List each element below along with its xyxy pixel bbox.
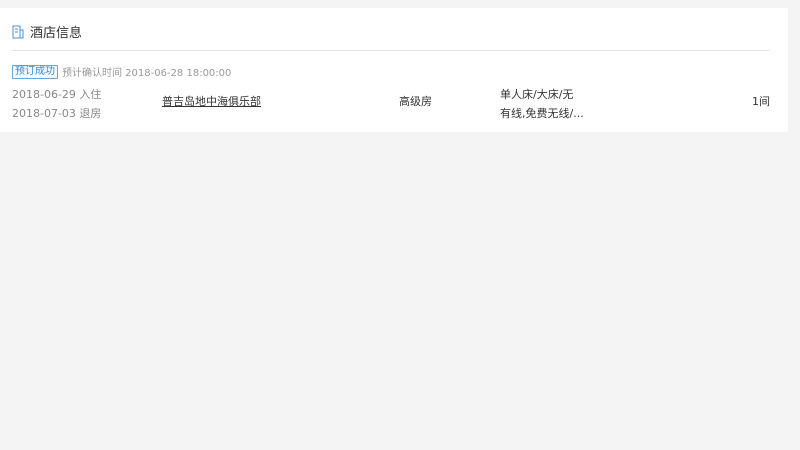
hotel-icon — [12, 24, 24, 39]
status-row: 预订成功 预计确认时间 2018-06-28 18:00:00 — [12, 64, 231, 79]
booking-row: 2018-06-29 入住 2018-07-03 退房 普吉岛地中海俱乐部 高级… — [12, 85, 770, 129]
room-detail-line2: 有线,免费无线/... — [500, 107, 584, 120]
status-badge: 预订成功 — [12, 64, 58, 79]
room-details: 单人床/大床/无 有线,免费无线/... — [500, 85, 584, 123]
hotel-name-link[interactable]: 普吉岛地中海俱乐部 — [162, 93, 261, 109]
room-type: 高级房 — [399, 95, 432, 108]
section-header: 酒店信息 — [12, 20, 82, 42]
divider — [12, 50, 770, 51]
section-title: 酒店信息 — [30, 25, 83, 41]
check-out-date: 2018-07-03 退房 — [12, 107, 102, 120]
confirm-time-text: 预计确认时间 2018-06-28 18:00:00 — [62, 68, 232, 79]
check-in-date: 2018-06-29 入住 — [12, 88, 102, 101]
hotel-info-card: 酒店信息 预订成功 预计确认时间 2018-06-28 18:00:00 201… — [0, 8, 788, 132]
stay-dates: 2018-06-29 入住 2018-07-03 退房 — [12, 85, 101, 123]
room-detail-line1: 单人床/大床/无 — [500, 88, 574, 101]
room-count: 1间 — [752, 95, 770, 108]
